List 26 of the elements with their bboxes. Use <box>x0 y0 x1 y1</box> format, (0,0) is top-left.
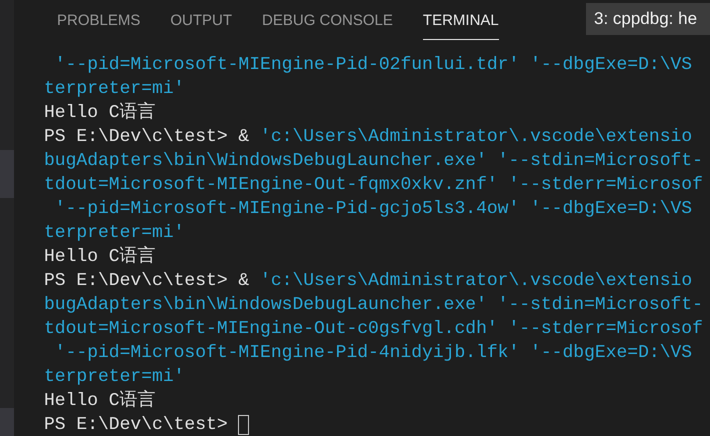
terminal-text: terpreter=mi' <box>44 222 184 245</box>
terminal-text: terpreter=mi' <box>44 78 184 101</box>
terminal-text: tdout=Microsoft-MIEngine-Out-fqmx0xkv.znf' '--stderr=Microsof <box>44 174 703 197</box>
terminal-text: Hello C语言 <box>44 389 156 413</box>
terminal-text: PS E:\Dev\c\test> & <box>44 126 250 149</box>
terminal-text: PS E:\Dev\c\test> <box>44 414 229 436</box>
panel-tab[interactable]: OUTPUT <box>170 0 232 40</box>
panel-tab[interactable]: TERMINAL <box>422 0 499 40</box>
terminal-text: 'c:\Users\Administrator\.vscode\extensio <box>260 126 692 149</box>
terminal-text: bugAdapters\bin\WindowsDebugLauncher.exe' '--stdin=Microsoft- <box>44 294 703 317</box>
terminal-text: Hello C语言 <box>44 245 156 269</box>
terminal-selector[interactable]: 3: cppdbg: he <box>586 3 710 35</box>
terminal-cursor <box>238 415 250 435</box>
terminal-text: '--pid=Microsoft-MIEngine-Pid-02funlui.tdr' '--dbgExe=D:\VS <box>54 54 692 77</box>
terminal-text: PS E:\Dev\c\test> & <box>44 270 250 293</box>
terminal-text: '--pid=Microsoft-MIEngine-Pid-gcjo5ls3.4ow' '--dbgExe=D:\VS <box>54 198 692 221</box>
panel-tab[interactable]: DEBUG CONSOLE <box>262 0 393 40</box>
terminal-text: Hello C语言 <box>44 101 156 125</box>
terminal-text: 'c:\Users\Administrator\.vscode\extensio <box>260 270 692 293</box>
terminal-text: tdout=Microsoft-MIEngine-Out-c0gsfvgl.cdh' '--stderr=Microsof <box>44 318 703 341</box>
panel-tab[interactable]: PROBLEMS <box>57 0 140 40</box>
gutter-marker <box>0 150 14 198</box>
gutter-marker <box>0 408 14 436</box>
terminal-text: bugAdapters\bin\WindowsDebugLauncher.exe' '--stdin=Microsoft- <box>44 150 703 173</box>
terminal-text: '--pid=Microsoft-MIEngine-Pid-4nidyijb.lfk' '--dbgExe=D:\VS <box>54 342 692 365</box>
terminal-text: terpreter=mi' <box>44 366 184 389</box>
